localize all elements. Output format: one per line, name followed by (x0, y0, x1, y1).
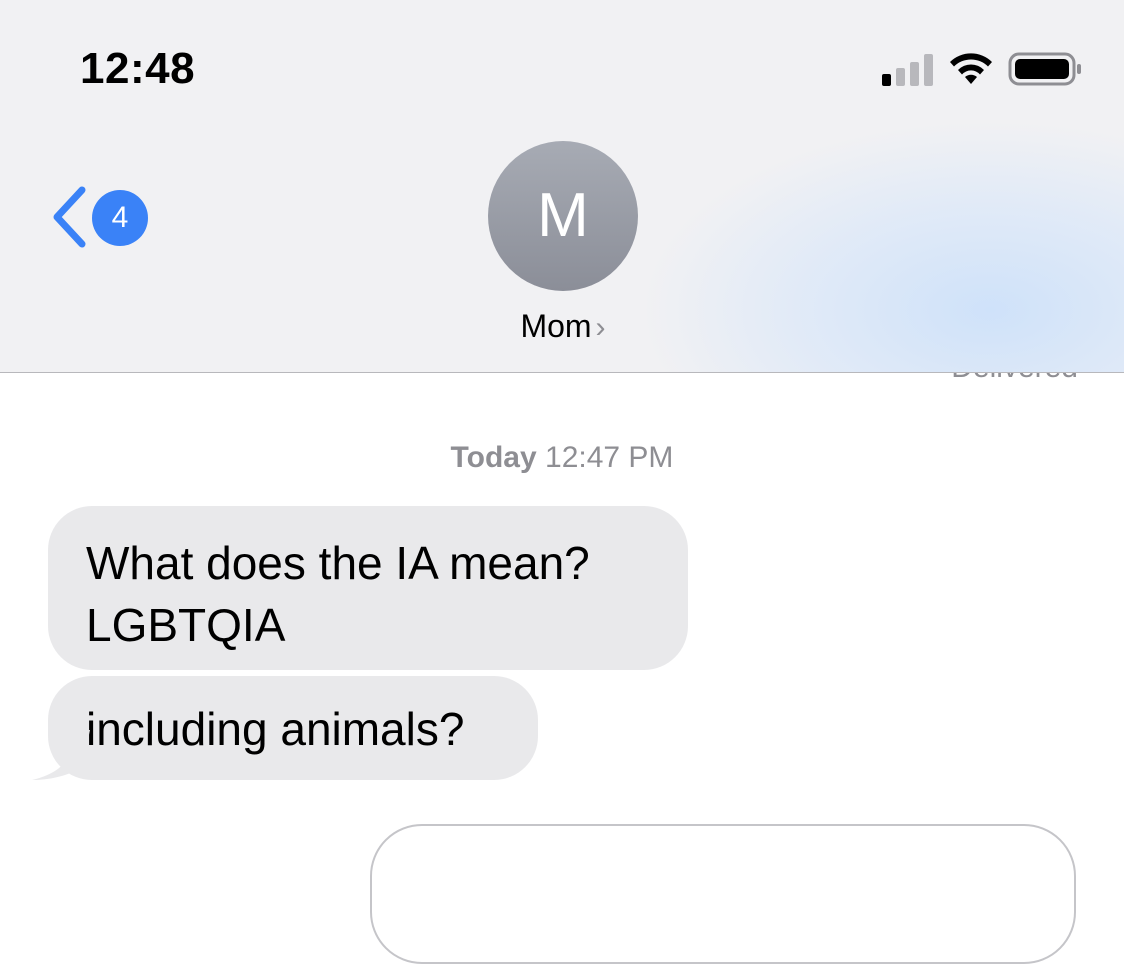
incoming-message-bubble[interactable]: including animals? (48, 676, 538, 780)
message-timestamp: Today 12:47 PM (0, 438, 1124, 478)
battery-icon (1008, 52, 1081, 86)
status-time: 12:48 (80, 44, 196, 93)
incoming-message-bubble[interactable]: What does the IA mean? LGBTQIA (48, 506, 688, 670)
timestamp-time: 12:47 PM (545, 441, 674, 474)
delivered-status: Delivered (900, 373, 1078, 388)
delivered-status-clip: Delivered (0, 373, 1124, 391)
unread-count-badge: 4 (92, 190, 148, 246)
bubble-tail (32, 730, 90, 780)
contact-name: Mom (520, 308, 592, 344)
contact-name-button[interactable]: Mom › (470, 304, 656, 348)
timestamp-day: Today (450, 441, 537, 474)
contact-avatar[interactable]: M (488, 141, 638, 291)
message-line: LGBTQIA (86, 599, 286, 651)
header-glow (640, 120, 1124, 372)
message-line: What does the IA mean? (86, 537, 590, 589)
outgoing-message-card[interactable] (370, 824, 1076, 964)
chevron-left-icon (53, 186, 86, 248)
message-line: including animals? (86, 703, 465, 755)
conversation-header: 12:48 4 M Mom › (0, 0, 1124, 373)
chevron-right-icon: › (595, 311, 606, 344)
signal-icon (882, 52, 934, 86)
wifi-icon (950, 53, 992, 84)
back-button[interactable]: 4 (44, 180, 154, 254)
